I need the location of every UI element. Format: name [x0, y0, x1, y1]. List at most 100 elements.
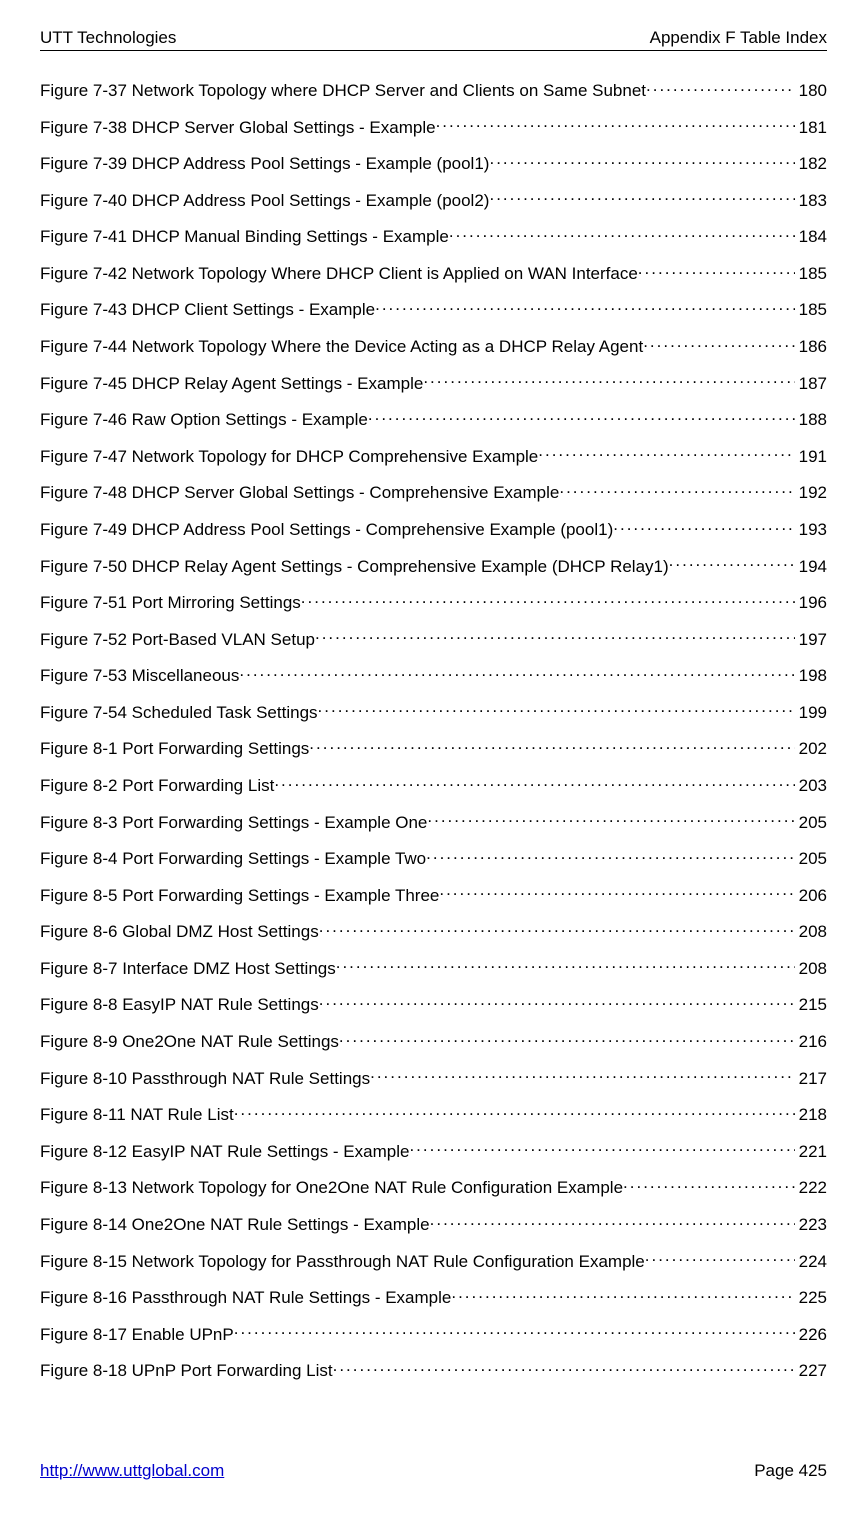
- toc-entry-label: Figure 8-18 UPnP Port Forwarding List: [40, 1361, 333, 1381]
- toc-entry: Figure 8-4 Port Forwarding Settings - Ex…: [40, 847, 827, 869]
- toc-entry: Figure 8-17 Enable UPnP226: [40, 1323, 827, 1345]
- toc-entry: Figure 7-39 DHCP Address Pool Settings -…: [40, 152, 827, 174]
- toc-entry-page: 192: [795, 483, 827, 503]
- toc-entry-label: Figure 7-54 Scheduled Task Settings: [40, 703, 318, 723]
- toc-entry-page: 187: [795, 374, 827, 394]
- toc-entry-page: 227: [795, 1361, 827, 1381]
- toc-entry-page: 194: [795, 557, 827, 577]
- toc-entry-leader: [623, 1176, 795, 1193]
- toc-entry-leader: [336, 957, 795, 974]
- toc-entry: Figure 7-44 Network Topology Where the D…: [40, 335, 827, 357]
- toc-entry-page: 186: [795, 337, 827, 357]
- toc-entry-leader: [430, 1213, 795, 1230]
- page-footer: http://www.uttglobal.com Page 425: [40, 1461, 827, 1481]
- toc-entry-label: Figure 8-15 Network Topology for Passthr…: [40, 1252, 645, 1272]
- toc-entry-leader: [646, 79, 795, 96]
- toc-entry: Figure 7-49 DHCP Address Pool Settings -…: [40, 518, 827, 540]
- toc-entry: Figure 8-10 Passthrough NAT Rule Setting…: [40, 1067, 827, 1089]
- toc-entry: Figure 8-16 Passthrough NAT Rule Setting…: [40, 1286, 827, 1308]
- toc-entry: Figure 7-53 Miscellaneous 198: [40, 664, 827, 686]
- toc-entry-page: 183: [795, 191, 827, 211]
- toc-entry-label: Figure 8-12 EasyIP NAT Rule Settings - E…: [40, 1142, 409, 1162]
- toc-entry-label: Figure 7-53 Miscellaneous: [40, 666, 239, 686]
- toc-entry: Figure 8-13 Network Topology for One2One…: [40, 1176, 827, 1198]
- toc-entry-label: Figure 8-11 NAT Rule List: [40, 1105, 234, 1125]
- toc-entry: Figure 8-14 One2One NAT Rule Settings - …: [40, 1213, 827, 1235]
- toc-entry-leader: [423, 372, 794, 389]
- toc-entry-leader: [309, 737, 794, 754]
- toc-entry-leader: [645, 1250, 795, 1267]
- header-right: Appendix F Table Index: [650, 28, 827, 48]
- toc-entry: Figure 7-51 Port Mirroring Settings 196: [40, 591, 827, 613]
- toc-entry-leader: [370, 1067, 795, 1084]
- toc-entry-leader: [375, 298, 795, 315]
- document-page: UTT Technologies Appendix F Table Index …: [0, 0, 867, 1523]
- toc-entry: Figure 7-45 DHCP Relay Agent Settings - …: [40, 372, 827, 394]
- toc-entry-label: Figure 8-2 Port Forwarding List: [40, 776, 274, 796]
- toc-entry-label: Figure 7-39 DHCP Address Pool Settings -…: [40, 154, 489, 174]
- toc-entry-page: 197: [795, 630, 827, 650]
- toc-entry-leader: [339, 1030, 795, 1047]
- toc-entry-page: 206: [795, 886, 827, 906]
- toc-entry-label: Figure 8-7 Interface DMZ Host Settings: [40, 959, 336, 979]
- toc-entry-page: 218: [795, 1105, 827, 1125]
- toc-entry-leader: [319, 993, 795, 1010]
- toc-entry-label: Figure 8-10 Passthrough NAT Rule Setting…: [40, 1069, 370, 1089]
- toc-entry-page: 217: [795, 1069, 827, 1089]
- toc-entry-label: Figure 7-37 Network Topology where DHCP …: [40, 81, 646, 101]
- toc-entry-label: Figure 8-13 Network Topology for One2One…: [40, 1178, 623, 1198]
- toc-entry: Figure 7-38 DHCP Server Global Settings …: [40, 116, 827, 138]
- toc-entry-label: Figure 7-47 Network Topology for DHCP Co…: [40, 447, 538, 467]
- toc-entry-page: 202: [795, 739, 827, 759]
- toc-entry-page: 205: [795, 813, 827, 833]
- toc-entry-label: Figure 8-14 One2One NAT Rule Settings - …: [40, 1215, 430, 1235]
- toc-entry-leader: [538, 445, 794, 462]
- toc-entry-leader: [489, 152, 794, 169]
- toc-entry-page: 205: [795, 849, 827, 869]
- footer-link[interactable]: http://www.uttglobal.com: [40, 1461, 224, 1481]
- toc-entry-page: 182: [795, 154, 827, 174]
- toc-entry-page: 223: [795, 1215, 827, 1235]
- toc-entry-page: 198: [795, 666, 827, 686]
- toc-entry-page: 196: [795, 593, 827, 613]
- toc-entry-page: 185: [795, 264, 827, 284]
- toc-entry-label: Figure 8-16 Passthrough NAT Rule Setting…: [40, 1288, 451, 1308]
- toc-entry-leader: [318, 701, 795, 718]
- toc-entry: Figure 7-42 Network Topology Where DHCP …: [40, 262, 827, 284]
- toc-entry-label: Figure 8-6 Global DMZ Host Settings: [40, 922, 319, 942]
- page-header: UTT Technologies Appendix F Table Index: [40, 28, 827, 51]
- toc-entry-page: 185: [795, 300, 827, 320]
- toc-entry: Figure 7-50 DHCP Relay Agent Settings - …: [40, 555, 827, 577]
- toc-entry: Figure 8-5 Port Forwarding Settings - Ex…: [40, 884, 827, 906]
- toc-entry-leader: [319, 920, 795, 937]
- toc-entry: Figure 8-9 One2One NAT Rule Settings 216: [40, 1030, 827, 1052]
- toc-entry-label: Figure 8-1 Port Forwarding Settings: [40, 739, 309, 759]
- toc-entry-label: Figure 7-41 DHCP Manual Binding Settings…: [40, 227, 449, 247]
- toc-entry-label: Figure 7-45 DHCP Relay Agent Settings - …: [40, 374, 423, 394]
- toc-entry-leader: [274, 774, 794, 791]
- toc-entry-label: Figure 7-50 DHCP Relay Agent Settings - …: [40, 557, 669, 577]
- toc-entry-page: 208: [795, 922, 827, 942]
- toc-entry-label: Figure 7-43 DHCP Client Settings - Examp…: [40, 300, 375, 320]
- toc-entry-leader: [234, 1323, 795, 1340]
- toc-entry-label: Figure 8-8 EasyIP NAT Rule Settings: [40, 995, 319, 1015]
- toc-entry: Figure 7-41 DHCP Manual Binding Settings…: [40, 225, 827, 247]
- toc-entry-label: Figure 8-5 Port Forwarding Settings - Ex…: [40, 886, 439, 906]
- toc-entry-leader: [559, 481, 794, 498]
- toc-entry: Figure 8-18 UPnP Port Forwarding List 227: [40, 1359, 827, 1381]
- header-left: UTT Technologies: [40, 28, 176, 48]
- toc-entry-leader: [669, 555, 795, 572]
- toc-entry: Figure 7-47 Network Topology for DHCP Co…: [40, 445, 827, 467]
- toc-entry-page: 191: [795, 447, 827, 467]
- toc-entry: Figure 8-12 EasyIP NAT Rule Settings - E…: [40, 1140, 827, 1162]
- toc-entry: Figure 8-7 Interface DMZ Host Settings 2…: [40, 957, 827, 979]
- toc-entry-leader: [439, 884, 794, 901]
- toc-entry: Figure 8-8 EasyIP NAT Rule Settings215: [40, 993, 827, 1015]
- toc-entry-leader: [449, 225, 795, 242]
- toc-entry-page: 216: [795, 1032, 827, 1052]
- toc-entry-leader: [409, 1140, 794, 1157]
- toc-entry-page: 225: [795, 1288, 827, 1308]
- toc-entry-leader: [426, 847, 794, 864]
- toc-entry-leader: [638, 262, 795, 279]
- toc-entry: Figure 7-54 Scheduled Task Settings199: [40, 701, 827, 723]
